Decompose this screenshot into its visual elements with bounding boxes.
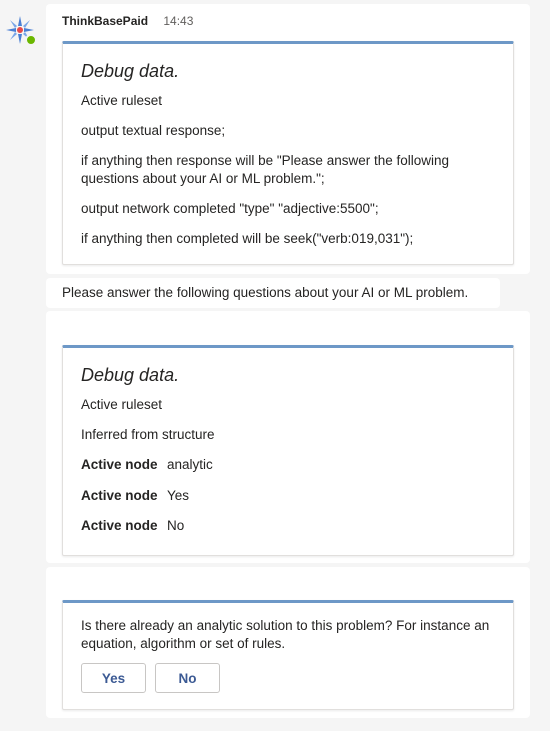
card-title: Debug data. bbox=[81, 365, 180, 385]
card-line: if anything then completed will be seek(… bbox=[81, 231, 414, 246]
question-card: Is there already an analytic solution to… bbox=[62, 600, 514, 710]
card-line: output network completed "type" "adjecti… bbox=[81, 201, 379, 216]
available-status-icon bbox=[25, 34, 37, 46]
fact-value: Yes bbox=[167, 487, 190, 503]
debug-card: Debug data. Active ruleset Inferred from… bbox=[62, 345, 514, 556]
fact-key: Active node bbox=[81, 518, 158, 533]
bot-message-question: Is there already an analytic solution to… bbox=[46, 567, 530, 718]
fact-value: No bbox=[167, 518, 185, 533]
bot-message-debug-2: Debug data. Active ruleset Inferred from… bbox=[46, 311, 530, 563]
bot-message-text: Please answer the following questions ab… bbox=[46, 278, 500, 308]
message-meta: ThinkBasePaid 14:43 bbox=[62, 14, 193, 28]
message-text: Please answer the following questions ab… bbox=[62, 285, 469, 300]
fact-key: Active node bbox=[81, 457, 158, 472]
card-title: Debug data. bbox=[81, 61, 180, 81]
debug-card: Debug data. Active ruleset output textua… bbox=[62, 41, 514, 265]
card-line: if anything then response will be "Pleas… bbox=[81, 153, 450, 186]
message-time: 14:43 bbox=[163, 14, 194, 28]
no-button[interactable]: No bbox=[155, 663, 220, 693]
sender-name: ThinkBasePaid bbox=[62, 14, 149, 28]
fact-row: Active node No bbox=[81, 517, 495, 535]
card-line: output textual response; bbox=[81, 123, 226, 138]
card-line: Active ruleset bbox=[81, 93, 163, 108]
question-text: Is there already an analytic solution to… bbox=[81, 618, 490, 651]
answer-buttons: Yes No bbox=[81, 663, 495, 693]
fact-value: analytic bbox=[167, 457, 213, 472]
fact-key: Active node bbox=[81, 487, 158, 503]
card-line: Inferred from structure bbox=[81, 427, 215, 442]
fact-row: Active node analytic bbox=[81, 456, 495, 474]
bot-message-debug-1: ThinkBasePaid 14:43 Debug data. Active r… bbox=[46, 4, 530, 274]
fact-row: Active node Yes bbox=[81, 487, 495, 505]
card-line: Active ruleset bbox=[81, 397, 163, 412]
yes-button[interactable]: Yes bbox=[81, 663, 146, 693]
